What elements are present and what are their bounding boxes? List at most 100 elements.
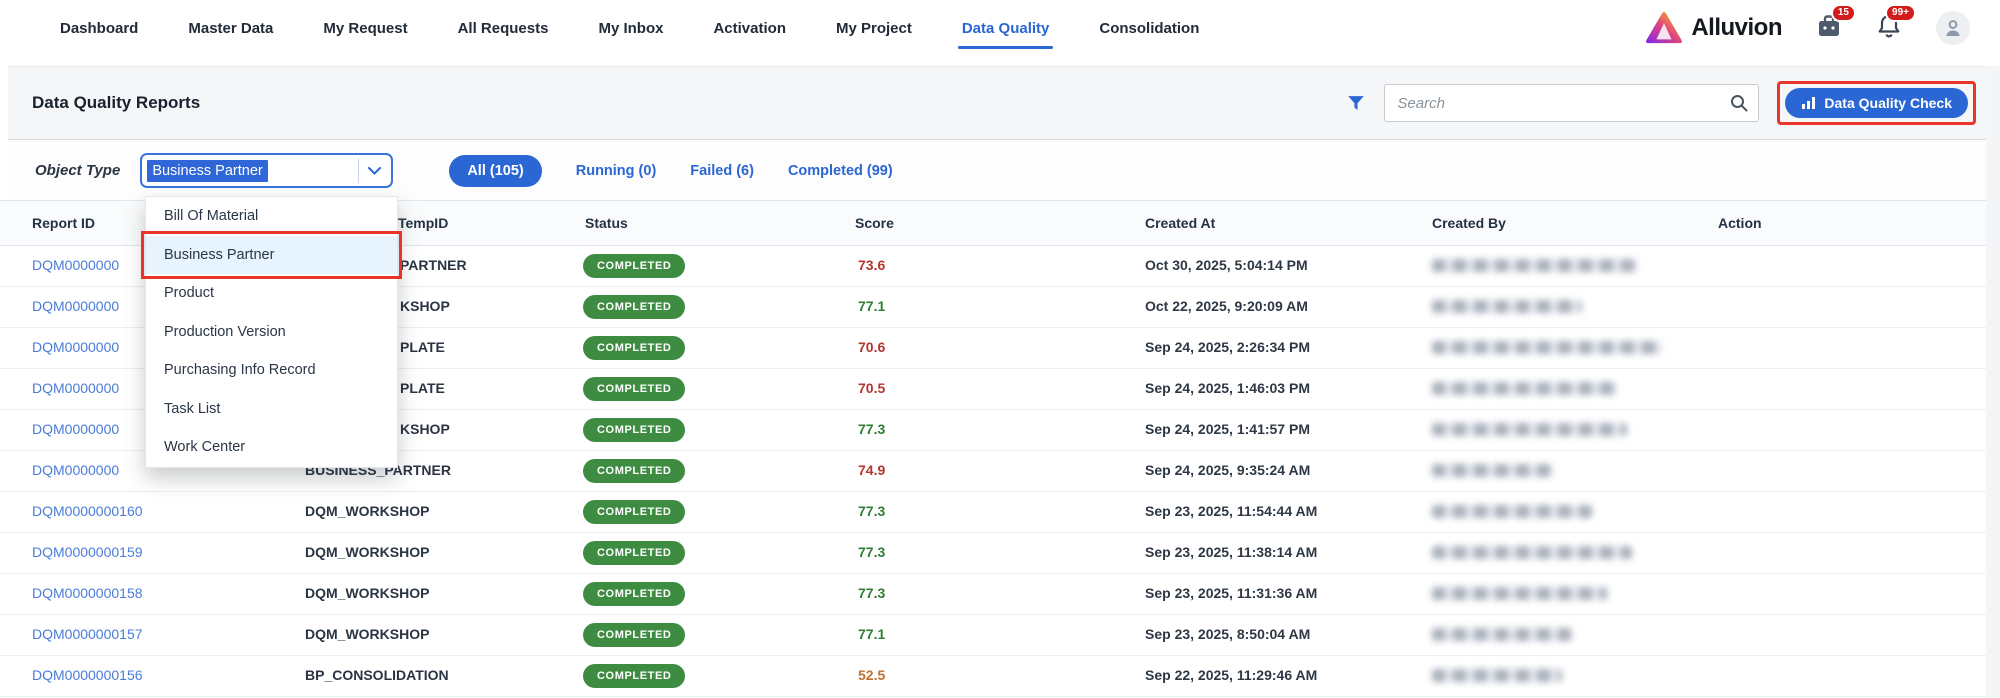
- person-icon: [1946, 20, 1960, 36]
- score-value: 52.5: [858, 667, 886, 683]
- created-by-redacted: [1432, 669, 1562, 685]
- report-id-link[interactable]: DQM0000000: [32, 339, 119, 355]
- created-by-redacted: [1432, 546, 1632, 562]
- nav-item-all-requests[interactable]: All Requests: [458, 20, 549, 37]
- nav-item-master-data[interactable]: Master Data: [188, 20, 273, 37]
- page-title: Data Quality Reports: [32, 93, 201, 112]
- score-value: 77.3: [858, 421, 886, 437]
- nav-item-consolidation[interactable]: Consolidation: [1099, 20, 1199, 37]
- redacted-text: [1432, 259, 1637, 272]
- report-id-link[interactable]: DQM0000000: [32, 380, 119, 396]
- dropdown-option-work-center[interactable]: Work Center: [146, 428, 397, 467]
- status-badge: COMPLETED: [583, 664, 686, 688]
- status-badge: COMPLETED: [583, 295, 686, 319]
- redacted-text: [1432, 546, 1632, 559]
- score-value: 77.3: [858, 544, 886, 560]
- tasks-button[interactable]: 15: [1816, 3, 1856, 44]
- tab-running-0[interactable]: Running (0): [576, 163, 657, 179]
- redacted-text: [1432, 505, 1592, 518]
- tempid-cell: DQM_WORKSHOP: [305, 585, 430, 601]
- report-id-link[interactable]: DQM0000000156: [32, 667, 143, 683]
- dropdown-option-bill-of-material[interactable]: Bill Of Material: [146, 197, 397, 236]
- report-id-link[interactable]: DQM0000000: [32, 421, 119, 437]
- object-type-dropdown: Bill Of Material Business Partner Product P…: [141, 196, 402, 468]
- user-avatar-button[interactable]: [1936, 11, 1970, 45]
- tempid-cell: DQM_WORKSHOP: [305, 626, 430, 642]
- table-row: DQM0000000160 DQM_WORKSHOP COMPLETED 77.3 Se…: [0, 492, 1986, 533]
- object-type-label: Object Type: [35, 162, 121, 179]
- annotation-box-check-button: Data Quality Check: [1777, 81, 1976, 125]
- nav-item-activation[interactable]: Activation: [713, 20, 786, 37]
- created-at: Oct 22, 2025, 9:20:09 AM: [1145, 298, 1308, 314]
- tab-all-105[interactable]: All (105): [449, 154, 542, 187]
- status-badge: COMPLETED: [583, 623, 686, 647]
- dropdown-option-business-partner[interactable]: Business Partner: [141, 230, 402, 279]
- status-cell: COMPLETED: [583, 336, 686, 360]
- status-cell: COMPLETED: [583, 500, 686, 524]
- created-by-redacted: [1432, 587, 1607, 603]
- nav-item-data-quality[interactable]: Data Quality: [957, 20, 1053, 49]
- report-id-link[interactable]: DQM0000000157: [32, 626, 143, 642]
- redacted-text: [1432, 628, 1572, 641]
- object-type-select[interactable]: Business Partner: [140, 153, 394, 188]
- score-value: 70.5: [858, 380, 886, 396]
- status-badge: COMPLETED: [583, 418, 686, 442]
- search-icon[interactable]: [1729, 93, 1749, 113]
- redacted-text: [1432, 464, 1552, 477]
- nav-item-my-inbox[interactable]: My Inbox: [598, 20, 663, 37]
- created-at: Sep 23, 2025, 11:38:14 AM: [1145, 544, 1318, 560]
- table-row: DQM0000000159 DQM_WORKSHOP COMPLETED 77.3 Se…: [0, 533, 1986, 574]
- created-by-redacted: [1432, 505, 1592, 521]
- dropdown-option-purchasing-info-record[interactable]: Purchasing Info Record: [146, 351, 397, 390]
- data-quality-check-button[interactable]: Data Quality Check: [1785, 88, 1968, 118]
- right-gutter: [1986, 66, 2000, 698]
- created-at: Sep 23, 2025, 8:50:04 AM: [1145, 626, 1311, 642]
- redacted-text: [1432, 587, 1607, 600]
- nav-item-my-request[interactable]: My Request: [323, 20, 407, 37]
- tab-completed-99[interactable]: Completed (99): [788, 163, 893, 179]
- column-header-created-at: Created At: [1145, 215, 1216, 231]
- search-input[interactable]: [1384, 84, 1760, 122]
- brand: Alluvion: [1645, 11, 1782, 45]
- status-badge: COMPLETED: [583, 254, 686, 278]
- report-id-link[interactable]: DQM0000000: [32, 257, 119, 273]
- nav-item-my-project[interactable]: My Project: [836, 20, 912, 37]
- report-id-link[interactable]: DQM0000000: [32, 462, 119, 478]
- chevron-down-icon: [368, 166, 382, 175]
- report-id-link[interactable]: DQM0000000: [32, 298, 119, 314]
- report-id-link[interactable]: DQM0000000160: [32, 503, 143, 519]
- toolbar-right: Data Quality Check: [1346, 81, 1976, 125]
- tempid-cell: DQM_WORKSHOP: [305, 503, 430, 519]
- status-cell: COMPLETED: [583, 623, 686, 647]
- filter-icon[interactable]: [1346, 93, 1366, 113]
- created-by-redacted: [1432, 464, 1552, 480]
- tab-failed-6[interactable]: Failed (6): [690, 163, 754, 179]
- report-id-link[interactable]: DQM0000000159: [32, 544, 143, 560]
- dropdown-option-product[interactable]: Product: [146, 274, 397, 313]
- redacted-text: [1432, 341, 1662, 354]
- created-by-redacted: [1432, 259, 1637, 275]
- notifications-button[interactable]: 99+: [1876, 3, 1916, 44]
- score-value: 77.3: [858, 585, 886, 601]
- status-cell: COMPLETED: [583, 582, 686, 606]
- report-id-link[interactable]: DQM0000000158: [32, 585, 143, 601]
- search-box: [1384, 84, 1760, 122]
- nav-item-dashboard[interactable]: Dashboard: [60, 20, 138, 37]
- status-cell: COMPLETED: [583, 459, 686, 483]
- score-value: 73.6: [858, 257, 886, 273]
- nav-items: Dashboard Master Data My Request All Reques…: [0, 20, 1199, 49]
- tempid-cell: PLATE: [400, 339, 445, 355]
- created-by-redacted: [1432, 628, 1572, 644]
- status-badge: COMPLETED: [583, 336, 686, 360]
- table-row: DQM0000000156 BP_CONSOLIDATION COMPLETED 52…: [0, 656, 1986, 697]
- score-value: 77.1: [858, 298, 886, 314]
- status-cell: COMPLETED: [583, 295, 686, 319]
- dropdown-option-production-version[interactable]: Production Version: [146, 313, 397, 352]
- dropdown-option-task-list[interactable]: Task List: [146, 390, 397, 429]
- score-value: 70.6: [858, 339, 886, 355]
- data-quality-reports-page: Dashboard Master Data My Request All Reques…: [0, 0, 2000, 698]
- score-value: 74.9: [858, 462, 886, 478]
- table-row: DQM0000000158 DQM_WORKSHOP COMPLETED 77.3 Se…: [0, 574, 1986, 615]
- status-cell: COMPLETED: [583, 664, 686, 688]
- column-header-report-id: Report ID: [32, 215, 95, 231]
